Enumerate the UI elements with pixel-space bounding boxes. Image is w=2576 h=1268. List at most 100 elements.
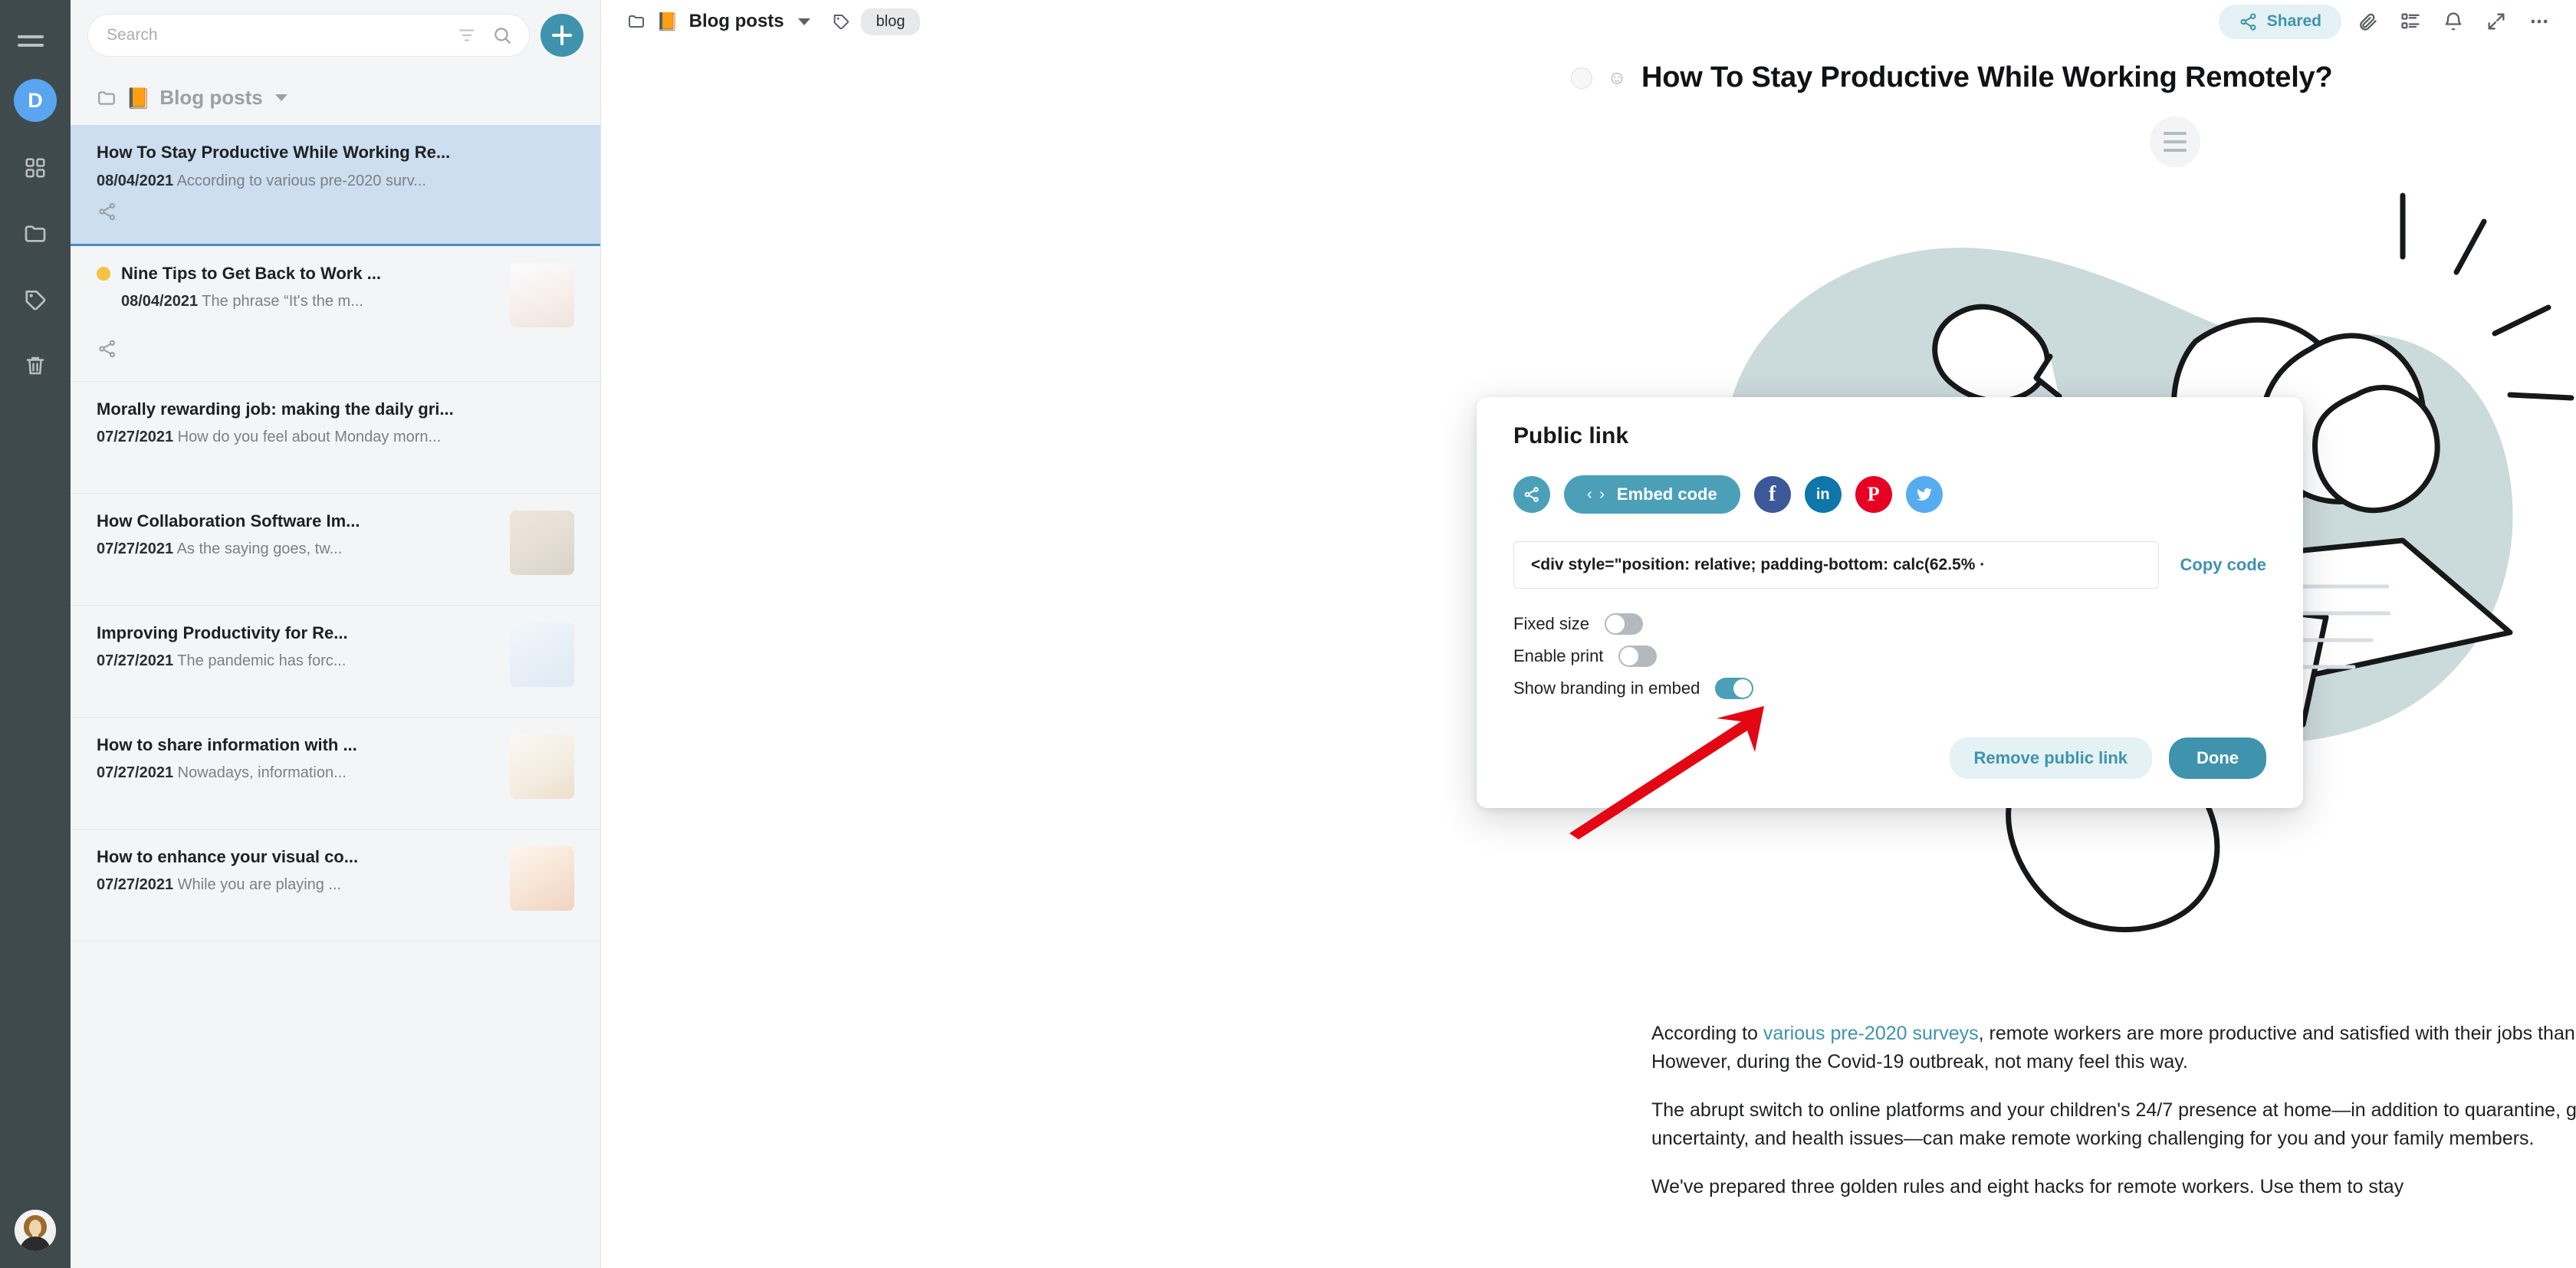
document-list-item[interactable]: How to enhance your visual co... 07/27/20… [71,829,600,941]
tag-icon[interactable] [20,284,51,315]
document-item-date: 07/27/2021 [97,876,174,893]
breadcrumb: 📙 Blog posts blog [627,8,921,35]
document-list: How To Stay Productive While Working Re.… [71,125,600,1268]
document-item-row: Morally rewarding job: making the daily … [97,399,574,447]
toggle-show-branding-in-embed[interactable] [1715,678,1754,699]
list-view-icon[interactable] [2394,5,2427,38]
add-document-button[interactable] [540,14,583,57]
toggle-fixed-size[interactable] [1605,613,1644,635]
document-list-item[interactable]: Nine Tips to Get Back to Work ... 08/04/2… [71,246,600,382]
share-options-row: ‹ › Embed code f in P [1513,475,2266,514]
document-list-item[interactable]: How Collaboration Software Im... 07/27/20… [71,494,600,606]
facebook-icon[interactable]: f [1753,476,1791,513]
modal-option-row: Show branding in embed [1513,678,2266,699]
main-content: 📙 Blog posts blog Shared ☺ How To Stay P… [601,0,2576,1268]
modal-actions: Remove public link Done [1513,737,2266,779]
embed-code-row: Copy code [1513,541,2266,589]
code-brackets-icon: ‹ › [1587,485,1606,503]
trash-icon[interactable] [20,350,51,381]
app-root: D Search 📙 Blog posts How To Stay Produc… [0,0,2576,1268]
chevron-down-icon[interactable] [797,18,810,25]
embed-code-input[interactable] [1531,556,2141,574]
document-item-texts: How to enhance your visual co... 07/27/20… [97,846,499,895]
document-item-title: How To Stay Productive While Working Re.… [97,143,451,162]
linkedin-icon[interactable]: in [1804,476,1842,513]
book-emoji: 📙 [126,86,151,110]
modal-option-row: Enable print [1513,645,2266,667]
document-item-title: How to enhance your visual co... [97,846,359,866]
document-item-date: 07/27/2021 [97,429,174,445]
toggle-knob [1620,647,1639,665]
unread-dot-icon [97,266,110,281]
book-emoji: 📙 [656,11,678,31]
document-body: According to various pre-2020 surveys, r… [1651,1020,2576,1221]
folder-header[interactable]: 📙 Blog posts [71,57,600,125]
twitter-icon[interactable] [1905,476,1943,513]
inline-link[interactable]: various pre-2020 surveys [1763,1023,1979,1044]
document-thumbnail [510,262,574,327]
shared-button[interactable]: Shared [2218,4,2341,39]
folder-icon[interactable] [20,218,51,249]
document-item-snippet: 07/27/2021 While you are playing ... [97,876,342,893]
embed-code-field[interactable] [1513,541,2159,589]
document-options-menu-button[interactable] [2150,117,2200,167]
top-toolbar: 📙 Blog posts blog Shared [601,0,2576,43]
document-item-title: Nine Tips to Get Back to Work ... [121,263,382,283]
option-label: Fixed size [1513,614,1590,633]
document-item-date: 07/27/2021 [97,540,174,557]
hamburger-icon[interactable] [18,23,53,58]
chevron-down-icon[interactable] [274,94,288,101]
document-thumbnail [510,622,574,687]
document-item-snippet: 07/27/2021 As the saying goes, tw... [97,540,343,557]
toggle-knob [1733,679,1753,698]
tag-chip-blog[interactable]: blog [860,8,921,35]
document-list-panel: 📙 Blog posts How To Stay Productive Whil… [71,0,601,1268]
document-item-snippet: 08/04/2021 The phrase “It's the m... [121,293,363,310]
document-list-item[interactable]: How To Stay Productive While Working Re.… [71,125,600,246]
folder-outline-icon[interactable] [627,12,646,31]
document-status-circle[interactable] [1571,67,1592,89]
document-list-item[interactable]: Improving Productivity for Re... 07/27/20… [71,606,600,718]
page-title[interactable]: How To Stay Productive While Working Rem… [1641,61,2333,94]
toolbar-actions: Shared [2218,4,2556,39]
body-paragraph: We've prepared three golden rules and ei… [1651,1176,2404,1197]
workspace-avatar[interactable]: D [14,79,57,122]
expand-icon[interactable] [2479,5,2513,38]
paperclip-icon[interactable] [2351,5,2384,38]
copy-code-button[interactable]: Copy code [2180,555,2266,575]
body-paragraph: According to various pre-2020 surveys, r… [1651,1023,2576,1073]
option-label: Enable print [1513,646,1604,665]
public-link-modal: Public link ‹ › Embed code f in P <div s… [1477,397,2303,808]
document-item-texts: Improving Productivity for Re... 07/27/20… [97,623,499,671]
share-icon[interactable] [97,338,120,361]
toggle-knob [1606,615,1625,633]
toggle-enable-print[interactable] [1618,645,1658,667]
pinterest-icon[interactable]: P [1855,476,1892,513]
document-list-item[interactable]: How to share information with ... 07/27/2… [71,718,600,829]
breadcrumb-folder-name[interactable]: Blog posts [689,11,784,32]
search-input[interactable] [107,26,445,44]
shared-label: Shared [2266,12,2321,30]
share-icon [2240,12,2256,31]
document-item-date: 07/27/2021 [97,764,174,781]
document-item-title: How Collaboration Software Im... [97,511,360,531]
document-list-item[interactable]: Morally rewarding job: making the daily … [71,382,600,494]
search-box[interactable] [87,14,530,57]
search-icon[interactable] [489,22,515,48]
remove-public-link-button[interactable]: Remove public link [1949,737,2152,779]
filter-icon[interactable] [454,22,480,48]
document-item-row: Nine Tips to Get Back to Work ... 08/04/2… [97,262,574,327]
workspace-initial: D [28,88,43,112]
bell-icon[interactable] [2436,5,2470,38]
document-thumbnail [510,734,574,799]
document-item-title: Morally rewarding job: making the daily … [97,399,454,419]
done-button[interactable]: Done [2169,737,2266,779]
share-icon[interactable] [1513,476,1550,513]
grid-icon[interactable] [20,153,51,183]
share-icon[interactable] [97,201,120,224]
user-avatar-photo[interactable] [15,1210,56,1251]
document-emoji-picker[interactable]: ☺ [1605,66,1629,90]
tag-icon[interactable] [832,12,850,31]
more-horizontal-icon[interactable] [2522,5,2556,38]
embed-code-tab[interactable]: ‹ › Embed code [1564,475,1740,514]
